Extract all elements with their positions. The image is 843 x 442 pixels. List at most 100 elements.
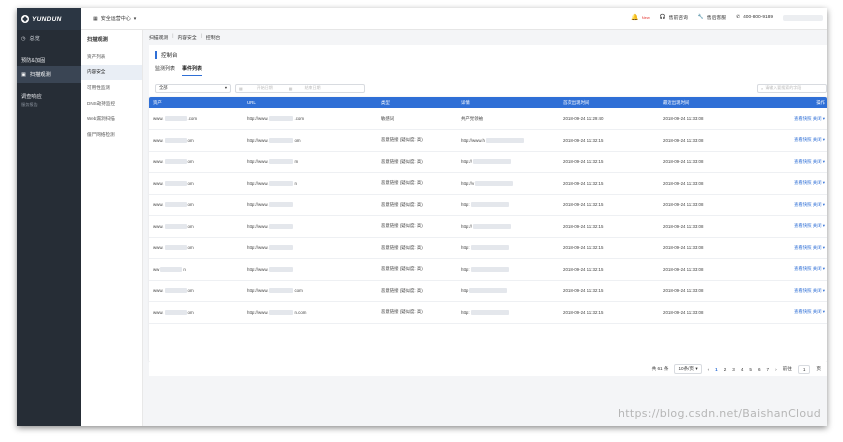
prev-page-icon[interactable]: ‹ xyxy=(708,367,710,372)
watermark: https://blog.csdn.net/BaishanCloud xyxy=(617,407,821,420)
close-action[interactable]: 关闭 ▾ xyxy=(813,137,825,142)
asset-suffix: .com xyxy=(187,115,198,121)
breadcrumb-item[interactable]: 内容安全 xyxy=(177,34,196,41)
column-header-last-seen[interactable]: 最近出现时间 xyxy=(659,97,779,108)
subnav-item-assets[interactable]: 资产列表 xyxy=(81,49,142,65)
user-menu[interactable] xyxy=(783,14,823,21)
next-page-icon[interactable]: › xyxy=(775,367,777,372)
detail-text: http:// xyxy=(461,159,472,165)
last-seen-cell: 2018-09-24 11:33:08 xyxy=(659,258,779,281)
asset-prefix: www. xyxy=(153,288,164,294)
subnav-item-botnet[interactable]: 僵尸网络检测 xyxy=(81,127,142,143)
brand-logo[interactable]: YUNDUN xyxy=(17,8,81,30)
app-switcher-label: 安全运营中心 xyxy=(100,16,131,22)
actions-cell: 查看快照 关闭 ▾ xyxy=(779,237,827,259)
actions-cell: 查看快照 关闭 ▾ xyxy=(779,129,827,152)
subnav-item-web-scan[interactable]: Web漏洞扫描 xyxy=(81,111,142,127)
detail-cell: http:// xyxy=(457,151,559,173)
detail-cell: http: xyxy=(457,301,559,324)
asset-cell: www. om xyxy=(149,280,243,302)
subnav-item-content-security[interactable]: 内容安全 xyxy=(81,64,142,81)
app-switcher[interactable]: ▦ 安全运营中心 ▾ xyxy=(93,15,136,23)
page-size-select[interactable]: 10条/页 ▾ xyxy=(674,364,702,374)
search-placeholder: 请输入要搜索的字段 xyxy=(765,85,802,90)
redacted-text xyxy=(269,266,294,272)
column-header-detail[interactable]: 详情 xyxy=(457,97,559,108)
close-action-label: 关闭 xyxy=(812,287,822,293)
secondary-sidebar: 扫描观测 资产列表 内容安全 可用性监测 DNS劫持监控 Web漏洞扫描 僵尸网… xyxy=(81,30,143,426)
view-snapshot-link[interactable]: 查看快照 xyxy=(794,180,812,185)
page-number[interactable]: 5 xyxy=(749,367,752,372)
detail-cell: http: xyxy=(457,194,559,216)
page-number[interactable]: 6 xyxy=(758,367,761,372)
view-snapshot-link[interactable]: 查看快照 xyxy=(794,309,812,314)
close-action-label: 关闭 xyxy=(812,223,822,229)
table-row: www. om http://www. 恶意链接 (疑似度: 高) http://… xyxy=(149,215,827,238)
close-action[interactable]: 关闭 ▾ xyxy=(813,180,825,185)
redacted-text xyxy=(164,309,187,315)
notification-button[interactable]: 🔔 New xyxy=(631,14,650,21)
chevron-down-icon: ▾ xyxy=(822,223,825,229)
breadcrumb-item[interactable]: 扫描观测 xyxy=(149,34,168,41)
close-action[interactable]: 关闭 ▾ xyxy=(813,223,825,228)
type-cell: 恶意链接 (疑似度: 高) xyxy=(377,301,457,324)
url-suffix: om xyxy=(294,137,301,143)
goto-page-input[interactable]: 1 xyxy=(797,364,811,374)
page-number[interactable]: 4 xyxy=(741,367,744,372)
view-snapshot-link[interactable]: 查看快照 xyxy=(794,202,812,207)
url-cell: http://www. xyxy=(243,258,377,281)
close-action[interactable]: 关闭 ▾ xyxy=(813,245,825,250)
page-number[interactable]: 7 xyxy=(767,367,770,372)
subnav-item-dns-hijack[interactable]: DNS劫持监控 xyxy=(81,96,142,112)
column-header-url[interactable]: URL xyxy=(243,97,377,108)
redacted-text xyxy=(164,288,187,294)
page-number[interactable]: 2 xyxy=(724,367,727,372)
date-range-picker[interactable]: ▦ 开始日期 ▦ 结束日期 xyxy=(235,83,365,93)
view-snapshot-link[interactable]: 查看快照 xyxy=(794,266,812,271)
first-seen-cell: 2018-09-24 11:32:15 xyxy=(559,280,659,302)
grid-icon: ▦ xyxy=(93,15,98,22)
page-number[interactable]: 3 xyxy=(732,367,735,372)
date-end-input[interactable]: 结束日期 xyxy=(305,85,321,91)
redacted-text xyxy=(269,245,294,251)
column-header-asset[interactable]: 资产 xyxy=(149,97,243,108)
actions-cell: 查看快照 关闭 ▾ xyxy=(779,108,827,130)
aftersales-link[interactable]: 🔧 售后客服 xyxy=(698,14,726,21)
tab-event-list[interactable]: 事件列表 xyxy=(182,65,203,76)
view-snapshot-link[interactable]: 查看快照 xyxy=(794,245,812,250)
close-action[interactable]: 关闭 ▾ xyxy=(813,309,825,314)
table-row: www. om http://www. n.com 恶意链接 (疑似度: 高) ht… xyxy=(149,301,827,324)
asset-suffix: om xyxy=(187,223,194,229)
close-action[interactable]: 关闭 ▾ xyxy=(813,159,825,164)
first-seen-cell: 2018-09-24 11:32:15 xyxy=(559,237,659,259)
presales-link[interactable]: 🎧 售前咨询 xyxy=(660,14,688,21)
type-select[interactable]: 全部 ▾ xyxy=(155,83,231,93)
sidebar-item-scan-monitor[interactable]: ▣ 扫描观测 xyxy=(17,66,81,83)
redacted-text xyxy=(164,116,187,122)
view-snapshot-link[interactable]: 查看快照 xyxy=(794,223,812,228)
sidebar-item-overview[interactable]: ◷ 总览 xyxy=(17,30,81,47)
asset-cell: www. om xyxy=(149,194,243,216)
page-number[interactable]: 1 xyxy=(715,367,718,372)
phone-number: 400-800-9189 xyxy=(743,15,773,20)
close-action[interactable]: 关闭 ▾ xyxy=(813,288,825,293)
column-header-first-seen[interactable]: 首次出现时间 xyxy=(559,97,659,108)
close-action[interactable]: 关闭 ▾ xyxy=(813,116,825,121)
tab-monitor-list[interactable]: 监测列表 xyxy=(155,65,175,76)
subnav-item-availability[interactable]: 可用性监测 xyxy=(81,80,142,96)
view-snapshot-link[interactable]: 查看快照 xyxy=(794,159,812,164)
tab-bar: 监测列表 事件列表 xyxy=(155,65,203,76)
last-seen-cell: 2018-09-24 11:33:08 xyxy=(659,194,779,216)
view-snapshot-link[interactable]: 查看快照 xyxy=(794,288,812,293)
url-suffix: .com xyxy=(294,115,304,121)
date-start-input[interactable]: 开始日期 xyxy=(257,85,273,91)
close-action[interactable]: 关闭 ▾ xyxy=(813,202,825,207)
calendar-icon: ▦ xyxy=(288,85,293,91)
sidebar-group-subtitle: 服务报告 xyxy=(21,102,38,107)
close-action[interactable]: 关闭 ▾ xyxy=(813,266,825,271)
view-snapshot-link[interactable]: 查看快照 xyxy=(794,137,812,142)
search-input[interactable]: ⌕ 请输入要搜索的字段 xyxy=(757,83,827,93)
redacted-text xyxy=(269,288,294,294)
column-header-type[interactable]: 类型 xyxy=(377,97,457,108)
view-snapshot-link[interactable]: 查看快照 xyxy=(794,116,812,121)
